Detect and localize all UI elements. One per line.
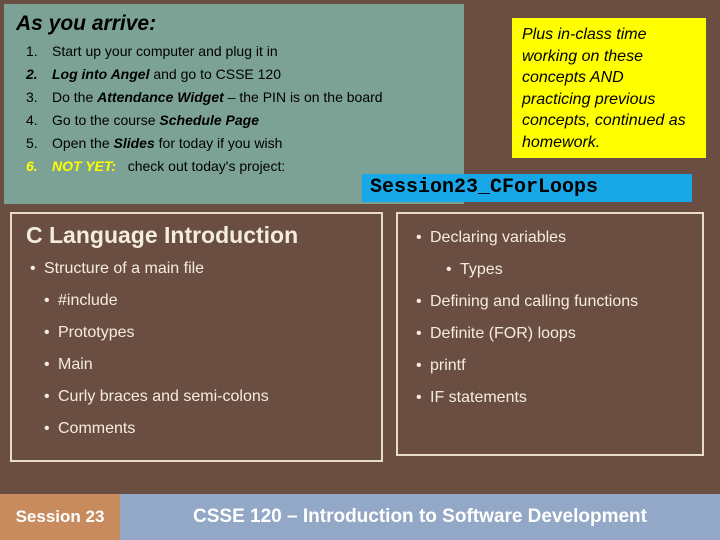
right-sub-list: Types <box>412 254 688 286</box>
right-list-2: Defining and calling functionsDefinite (… <box>412 286 688 414</box>
arrive-list: 1.Start up your computer and plug it in2… <box>16 40 452 179</box>
list-item: Defining and calling functions <box>412 286 688 318</box>
list-item: Main <box>26 349 367 381</box>
list-item: Comments <box>26 413 367 445</box>
list-item: Definite (FOR) loops <box>412 318 688 350</box>
yellow-note: Plus in-class time working on these conc… <box>512 18 706 158</box>
list-item: Prototypes <box>26 317 367 349</box>
arrive-item: 3.Do the Attendance Widget – the PIN is … <box>20 86 452 109</box>
list-item: Declaring variables <box>412 222 688 254</box>
arrive-item: 2.Log into Angel and go to CSSE 120 <box>20 63 452 86</box>
arrive-item: 1.Start up your computer and plug it in <box>20 40 452 63</box>
arrive-item: 4.Go to the course Schedule Page <box>20 109 452 132</box>
project-name: Session23_CForLoops <box>362 174 692 202</box>
left-top-list: Structure of a main file <box>26 253 367 285</box>
content-right-box: Declaring variables Types Defining and c… <box>396 212 704 456</box>
content-left-box: C Language Introduction Structure of a m… <box>10 212 383 462</box>
list-item: Curly braces and semi-colons <box>26 381 367 413</box>
list-item: Types <box>412 254 688 286</box>
arrive-item: 5.Open the Slides for today if you wish <box>20 132 452 155</box>
left-sub-list: #includePrototypesMainCurly braces and s… <box>26 285 367 445</box>
list-item: Structure of a main file <box>26 253 367 285</box>
footer-course: CSSE 120 – Introduction to Software Deve… <box>120 494 720 540</box>
list-item: printf <box>412 350 688 382</box>
list-item: IF statements <box>412 382 688 414</box>
arrive-title: As you arrive: <box>16 12 452 36</box>
content-left-title: C Language Introduction <box>26 222 367 249</box>
slide: As you arrive: 1.Start up your computer … <box>0 0 720 540</box>
right-list-1: Declaring variables <box>412 222 688 254</box>
list-item: #include <box>26 285 367 317</box>
footer-session: Session 23 <box>0 494 120 540</box>
